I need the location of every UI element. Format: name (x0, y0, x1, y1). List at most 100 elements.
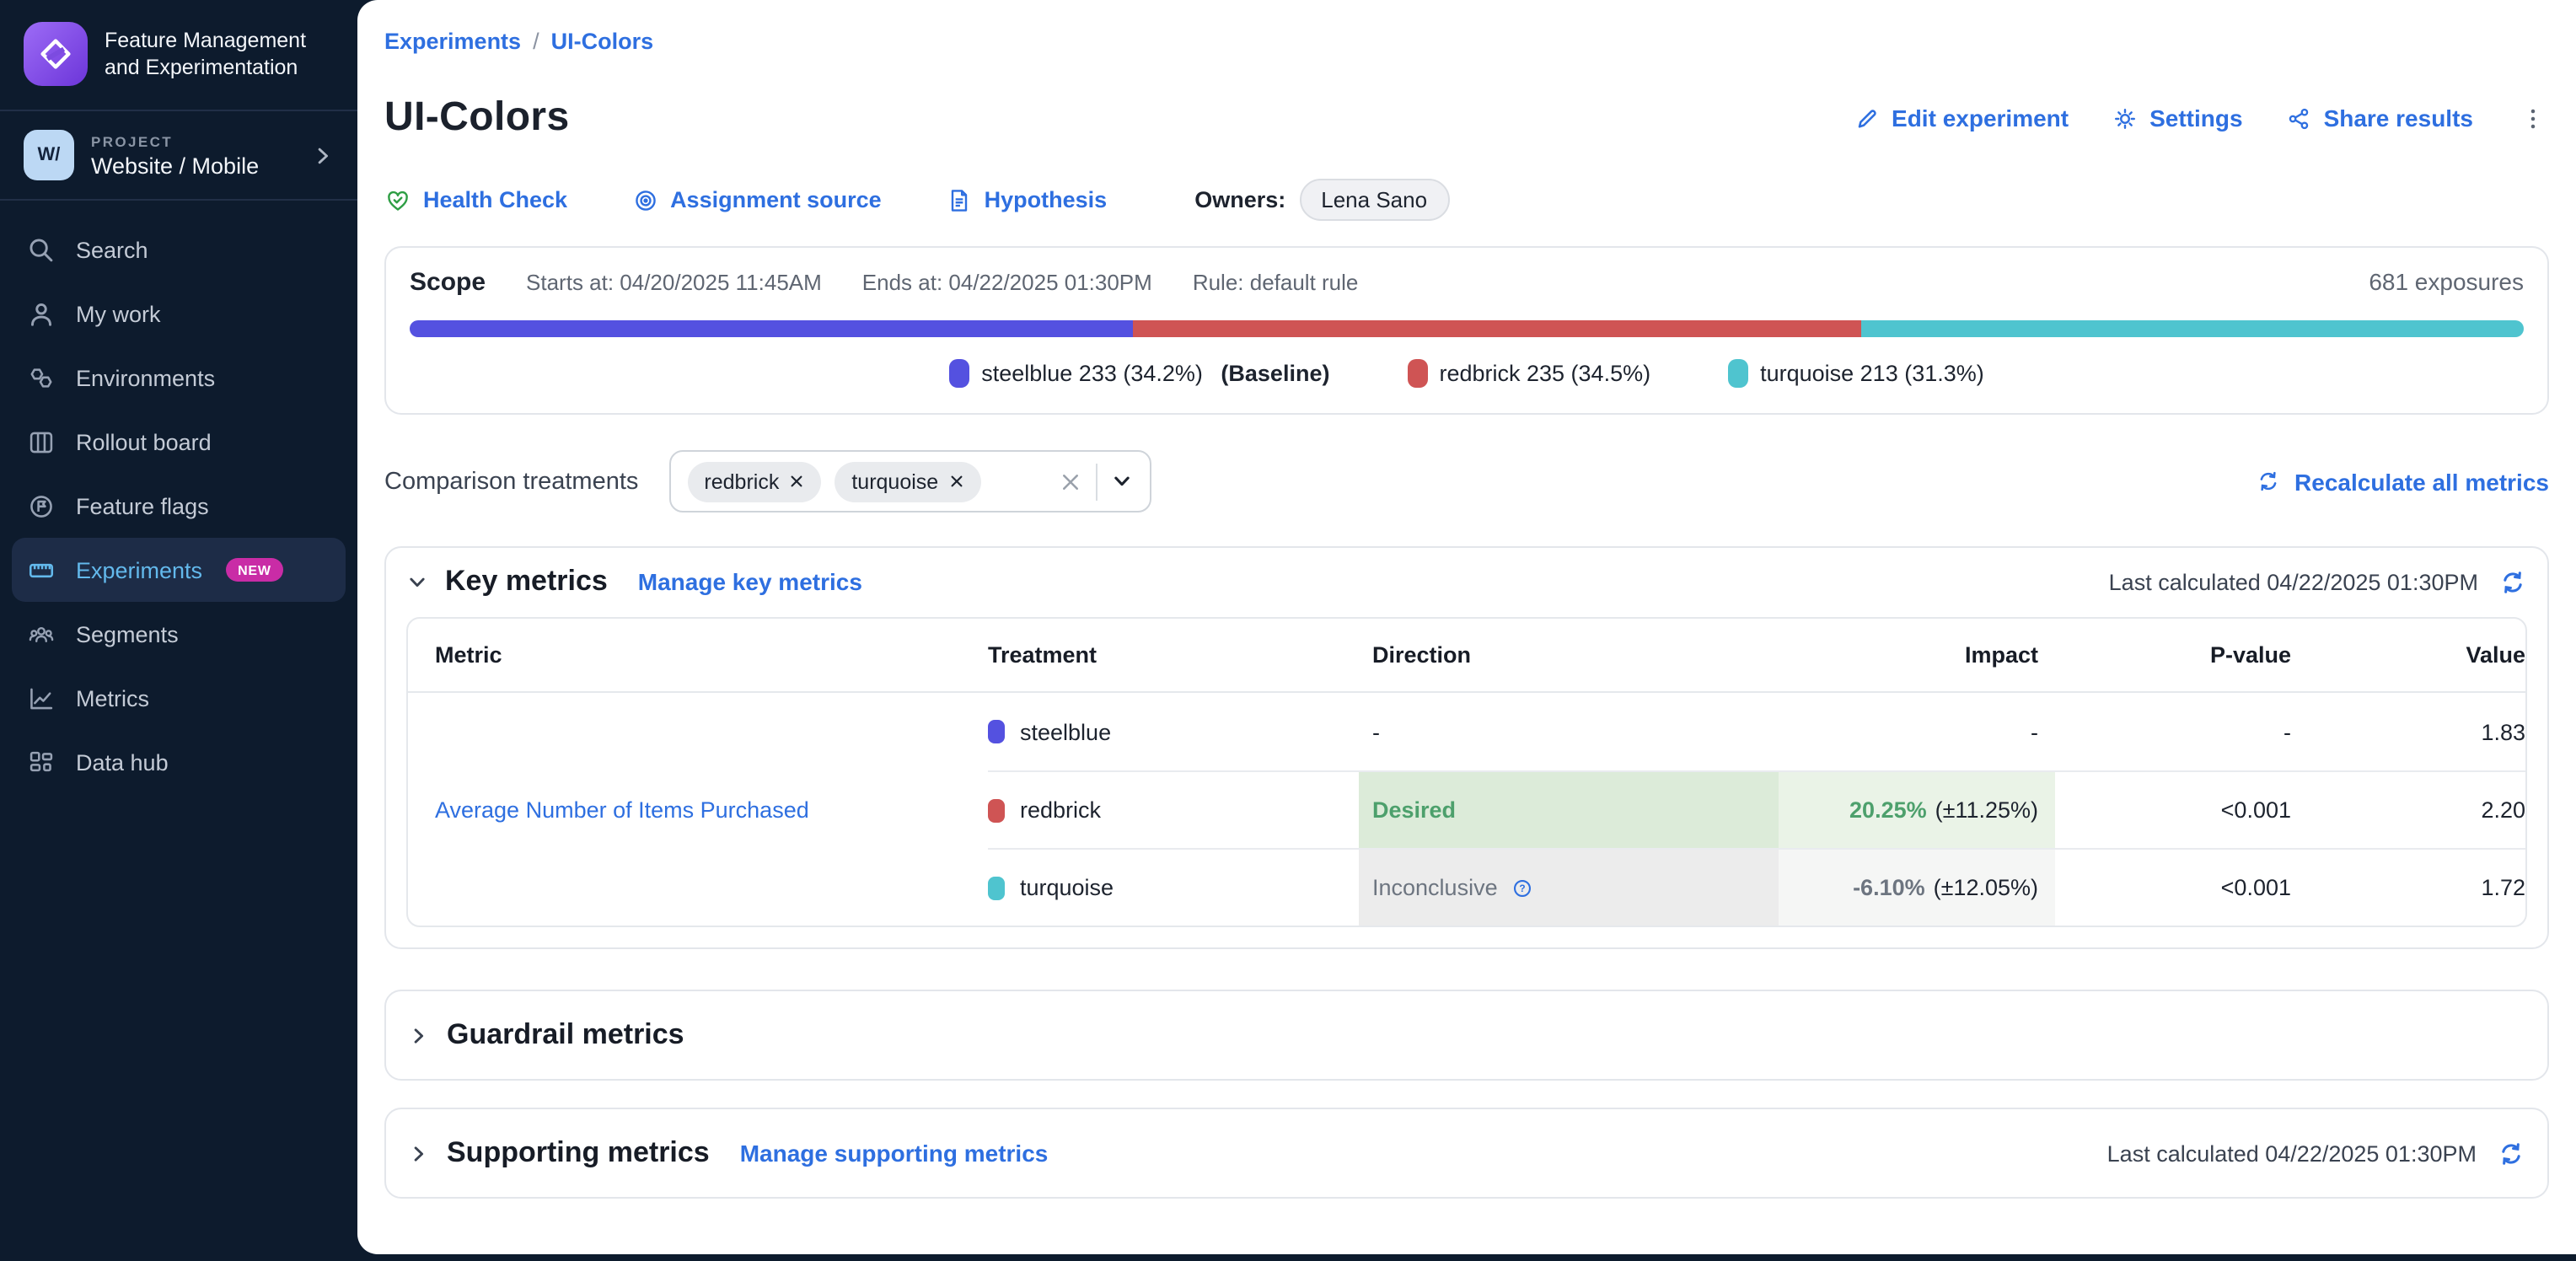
breadcrumb: Experiments / UI-Colors (384, 0, 2549, 54)
project-name: Website / Mobile (91, 153, 259, 178)
legend-label: redbrick 235 (34.5%) (1439, 361, 1650, 386)
split-logo-icon (24, 22, 88, 86)
legend-item-steelblue: steelblue 233 (34.2%) (Baseline) (949, 359, 1329, 388)
legend-swatch (949, 359, 969, 388)
assignment-source-link[interactable]: Assignment source (631, 186, 882, 213)
sidebar-item-experiments[interactable]: Experiments NEW (12, 538, 346, 602)
expand-chevron-right-icon[interactable] (408, 1024, 430, 1046)
gear-icon (2112, 105, 2138, 131)
sidebar-item-label: Segments (76, 621, 179, 647)
column-header-metric: Metric (408, 619, 988, 693)
sidebar-item-label: Experiments (76, 557, 202, 582)
main-panel: Experiments / UI-Colors UI-Colors Edit e… (357, 0, 2576, 1254)
legend-label: turquoise 213 (31.3%) (1760, 361, 1984, 386)
p-value-cell: - (2055, 693, 2308, 770)
chip-remove-icon[interactable] (948, 474, 963, 489)
app-logo-row[interactable]: Feature Management and Experimentation (0, 0, 357, 111)
refresh-icon (2256, 469, 2281, 494)
question-circle-icon[interactable]: ? (1511, 876, 1535, 899)
project-switcher[interactable]: W/ PROJECT Website / Mobile (0, 111, 357, 201)
metric-name-link[interactable]: Average Number of Items Purchased (435, 797, 809, 822)
value-cell: 2.20 (2308, 770, 2527, 848)
chevron-down-icon[interactable] (1110, 470, 1132, 492)
sidebar-item-label: Metrics (76, 685, 149, 711)
refresh-icon[interactable] (2498, 567, 2527, 596)
app-title: Feature Management and Experimentation (105, 27, 306, 81)
health-check-link[interactable]: Health Check (384, 186, 567, 213)
legend-item-redbrick: redbrick 235 (34.5%) (1407, 359, 1650, 388)
owners-label: Owners: (1194, 187, 1285, 212)
edit-experiment-button[interactable]: Edit experiment (1854, 105, 2069, 131)
breadcrumb-current-link[interactable]: UI-Colors (551, 29, 654, 54)
comparison-treatments-select[interactable]: redbrick turquoise (668, 450, 1151, 512)
column-header-impact: Impact (1779, 619, 2055, 693)
supporting-metrics-card: Supporting metrics Manage supporting met… (384, 1108, 2549, 1199)
sidebar-item-my-work[interactable]: My work (12, 282, 346, 346)
bar-segment-steelblue (410, 320, 1133, 337)
impact-cell: -6.10% (±12.05%) (1779, 848, 2055, 926)
edit-experiment-label: Edit experiment (1892, 105, 2069, 131)
settings-button[interactable]: Settings (2112, 105, 2242, 131)
sidebar-item-label: Feature flags (76, 493, 209, 518)
direction-label: Inconclusive (1372, 875, 1498, 900)
sidebar-item-environments[interactable]: Environments (12, 346, 346, 410)
manage-key-metrics-link[interactable]: Manage key metrics (638, 568, 862, 595)
chip-turquoise[interactable]: turquoise (835, 461, 980, 502)
key-metrics-header-right: Last calculated 04/22/2025 01:30PM (2109, 567, 2527, 596)
sidebar-item-data-hub[interactable]: Data hub (12, 730, 346, 794)
sidebar-item-label: Search (76, 237, 148, 262)
sidebar-item-segments[interactable]: Segments (12, 602, 346, 666)
ruler-icon (25, 555, 56, 584)
search-icon (25, 235, 56, 264)
key-metrics-header: Key metrics Manage key metrics Last calc… (406, 565, 2527, 598)
impact-value: 20.25% (1849, 797, 1927, 823)
chip-redbrick[interactable]: redbrick (687, 461, 821, 502)
sidebar-item-feature-flags[interactable]: Feature flags (12, 474, 346, 538)
treatment-cell-turquoise: turquoise (988, 848, 1359, 926)
overflow-menu-icon[interactable] (2517, 102, 2549, 134)
refresh-icon[interactable] (2497, 1139, 2525, 1167)
column-header-treatment: Treatment (988, 619, 1359, 693)
bullseye-icon (631, 186, 658, 213)
board-columns-icon (25, 427, 56, 456)
treatment-name: steelblue (1020, 719, 1111, 744)
health-check-label: Health Check (423, 187, 567, 212)
treatment-cell-redbrick: redbrick (988, 770, 1359, 848)
collapse-chevron-down-icon[interactable] (406, 571, 428, 593)
sidebar-item-rollout-board[interactable]: Rollout board (12, 410, 346, 474)
hypothesis-link[interactable]: Hypothesis (946, 186, 1108, 213)
bar-segment-turquoise (1862, 320, 2524, 337)
clear-selection-icon[interactable] (1058, 470, 1081, 493)
guardrail-metrics-title: Guardrail metrics (447, 1018, 684, 1052)
sidebar: Feature Management and Experimentation W… (0, 0, 357, 1261)
sidebar-item-search[interactable]: Search (12, 217, 346, 282)
direction-cell: Inconclusive ? (1359, 848, 1779, 926)
people-icon (25, 620, 56, 648)
chip-remove-icon[interactable] (789, 474, 804, 489)
key-metrics-table: Metric Treatment Direction Impact P-valu… (406, 617, 2527, 927)
treatment-name: redbrick (1020, 797, 1101, 823)
column-header-value: Value (2308, 619, 2527, 693)
owner-chip[interactable]: Lena Sano (1299, 179, 1449, 221)
recalculate-all-metrics-button[interactable]: Recalculate all metrics (2256, 468, 2549, 495)
treatment-swatch (988, 876, 1005, 899)
p-value-cell: <0.001 (2055, 848, 2308, 926)
legend-swatch (1407, 359, 1427, 388)
exposures-count: 681 exposures (2369, 268, 2524, 295)
heart-check-icon (384, 186, 411, 213)
comparison-row: Comparison treatments redbrick turquoise (384, 450, 2549, 512)
metric-name-cell: Average Number of Items Purchased (408, 693, 988, 926)
breadcrumb-experiments-link[interactable]: Experiments (384, 29, 521, 54)
legend-item-turquoise: turquoise 213 (31.3%) (1728, 359, 1984, 388)
settings-label: Settings (2149, 105, 2242, 131)
sidebar-item-label: Environments (76, 365, 215, 390)
expand-chevron-right-icon[interactable] (408, 1142, 430, 1164)
scope-starts: Starts at: 04/20/2025 11:45AM (526, 270, 822, 295)
meta-row: Health Check Assignment source Hypothesi… (384, 179, 2549, 221)
header-actions: Edit experiment Settings Share results (1854, 102, 2549, 134)
share-results-button[interactable]: Share results (2287, 105, 2473, 131)
app-title-line1: Feature Management (105, 27, 306, 54)
sidebar-item-metrics[interactable]: Metrics (12, 666, 346, 730)
manage-supporting-metrics-link[interactable]: Manage supporting metrics (740, 1140, 1049, 1167)
exposure-legend: steelblue 233 (34.2%) (Baseline) redbrick… (410, 359, 2524, 388)
